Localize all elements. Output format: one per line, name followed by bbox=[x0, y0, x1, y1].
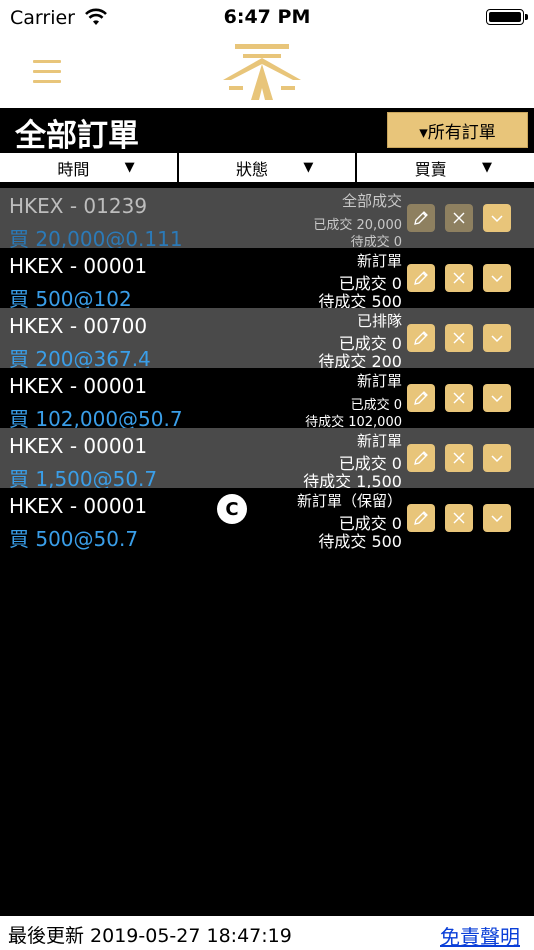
order-row[interactable]: HKEX - 00700 買 200@367.4 已排隊 已成交 0 待成交 2… bbox=[0, 308, 534, 371]
order-status: 新訂單（保留） bbox=[296, 492, 402, 510]
order-row[interactable]: HKEX - 00001 買 500@102 新訂單 已成交 0 待成交 500 bbox=[0, 248, 534, 311]
chevron-down-icon bbox=[491, 275, 503, 283]
pencil-icon bbox=[414, 271, 428, 285]
sort-time-label: 時間 bbox=[57, 159, 90, 179]
sort-side-label: 買賣 bbox=[414, 159, 447, 179]
order-stock-code: HKEX - 00001 bbox=[9, 254, 148, 278]
close-icon bbox=[453, 512, 465, 524]
edit-order-button[interactable] bbox=[407, 204, 435, 232]
order-status: 新訂單 bbox=[356, 252, 402, 270]
order-filter-button[interactable]: ▾所有訂單 bbox=[387, 112, 528, 148]
disclaimer-link[interactable]: 免責聲明 bbox=[440, 921, 520, 950]
order-stock-code: HKEX - 00001 bbox=[9, 374, 148, 398]
order-row[interactable]: HKEX - 01239 買 20,000@0.111 全部成交 已成交 20,… bbox=[0, 188, 534, 251]
order-row[interactable]: HKEX - 00001 買 102,000@50.7 新訂單 已成交 0 待成… bbox=[0, 368, 534, 431]
order-list: HKEX - 01239 買 20,000@0.111 全部成交 已成交 20,… bbox=[0, 188, 534, 551]
order-stock-code: HKEX - 00700 bbox=[9, 314, 148, 338]
expand-order-button[interactable] bbox=[483, 444, 511, 472]
sort-status-label: 狀態 bbox=[236, 159, 269, 179]
cancel-order-button[interactable] bbox=[445, 204, 473, 232]
footer: 最後更新 2019-05-27 18:47:19 免責聲明 bbox=[0, 916, 534, 950]
sort-time-arrow-icon: ▼ bbox=[124, 160, 135, 175]
battery-icon bbox=[486, 9, 528, 25]
sort-side[interactable]: 買賣 ▼ bbox=[357, 153, 534, 182]
c-badge[interactable]: C bbox=[217, 494, 247, 524]
sort-status[interactable]: 狀態 ▼ bbox=[179, 153, 358, 182]
pencil-icon bbox=[414, 391, 428, 405]
expand-order-button[interactable] bbox=[483, 504, 511, 532]
order-status: 全部成交 bbox=[341, 192, 402, 210]
order-row[interactable]: HKEX - 00001 買 500@50.7 新訂單（保留） 已成交 0 待成… bbox=[0, 488, 534, 551]
last-updated-label: 最後更新 2019-05-27 18:47:19 bbox=[8, 925, 292, 947]
close-icon bbox=[453, 392, 465, 404]
cancel-order-button[interactable] bbox=[445, 384, 473, 412]
close-icon bbox=[453, 212, 465, 224]
cancel-order-button[interactable] bbox=[445, 504, 473, 532]
title-bar: 全部訂單 ▾所有訂單 bbox=[0, 108, 534, 154]
pencil-icon bbox=[414, 331, 428, 345]
expand-order-button[interactable] bbox=[483, 384, 511, 412]
sort-status-arrow-icon: ▼ bbox=[303, 160, 314, 175]
order-row[interactable]: HKEX - 00001 買 1,500@50.7 新訂單 已成交 0 待成交 … bbox=[0, 428, 534, 491]
sort-bar: 時間 ▼ 狀態 ▼ 買賣 ▼ bbox=[0, 152, 534, 182]
sort-side-arrow-icon: ▼ bbox=[482, 160, 493, 175]
chevron-down-icon bbox=[491, 515, 503, 523]
status-bar: Carrier 6:47 PM bbox=[0, 0, 534, 36]
pencil-icon bbox=[414, 211, 428, 225]
chevron-down-icon bbox=[491, 455, 503, 463]
cancel-order-button[interactable] bbox=[445, 324, 473, 352]
chevron-down-icon bbox=[491, 395, 503, 403]
expand-order-button[interactable] bbox=[483, 204, 511, 232]
page-title: 全部訂單 bbox=[15, 118, 139, 154]
pencil-icon bbox=[414, 511, 428, 525]
close-icon bbox=[453, 452, 465, 464]
chevron-down-icon bbox=[491, 215, 503, 223]
edit-order-button[interactable] bbox=[407, 384, 435, 412]
order-status: 新訂單 bbox=[356, 432, 402, 450]
order-stock-code: HKEX - 00001 bbox=[9, 494, 148, 518]
cancel-order-button[interactable] bbox=[445, 264, 473, 292]
cancel-order-button[interactable] bbox=[445, 444, 473, 472]
pencil-icon bbox=[414, 451, 428, 465]
menu-icon[interactable] bbox=[33, 60, 61, 84]
expand-order-button[interactable] bbox=[483, 324, 511, 352]
order-status: 已排隊 bbox=[356, 312, 402, 330]
order-pending: 待成交 500 bbox=[318, 532, 402, 551]
order-stock-code: HKEX - 01239 bbox=[9, 194, 148, 218]
order-status: 新訂單 bbox=[356, 372, 402, 390]
chevron-down-icon bbox=[491, 335, 503, 343]
edit-order-button[interactable] bbox=[407, 264, 435, 292]
close-icon bbox=[453, 272, 465, 284]
sort-time[interactable]: 時間 ▼ bbox=[0, 153, 179, 182]
nav-bar bbox=[0, 36, 534, 108]
close-icon bbox=[453, 332, 465, 344]
edit-order-button[interactable] bbox=[407, 324, 435, 352]
clock: 6:47 PM bbox=[223, 6, 311, 28]
brand-logo-icon bbox=[223, 44, 301, 100]
edit-order-button[interactable] bbox=[407, 504, 435, 532]
order-stock-code: HKEX - 00001 bbox=[9, 434, 148, 458]
expand-order-button[interactable] bbox=[483, 264, 511, 292]
order-detail: 買 500@50.7 bbox=[9, 527, 139, 551]
edit-order-button[interactable] bbox=[407, 444, 435, 472]
